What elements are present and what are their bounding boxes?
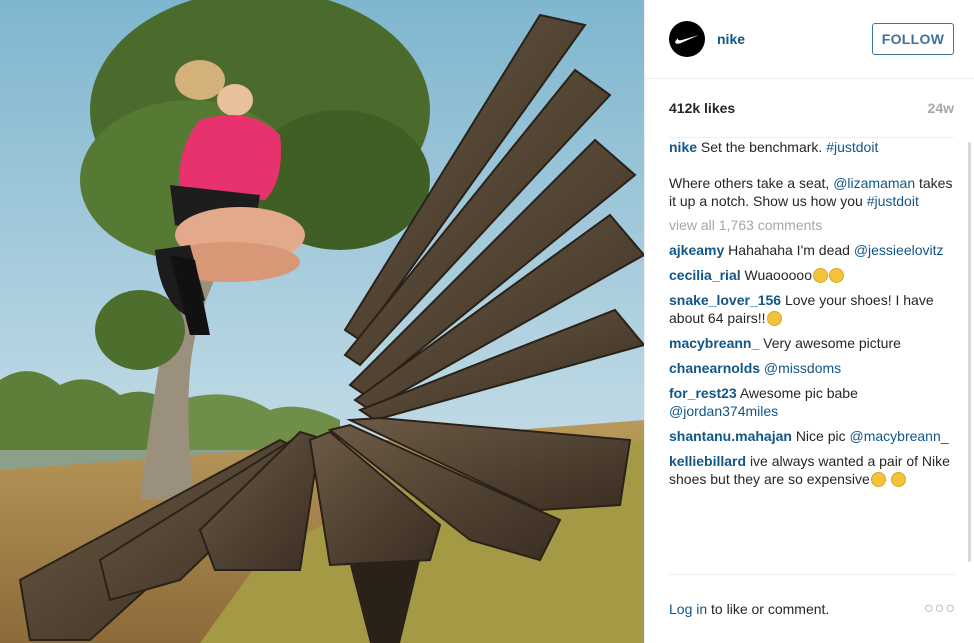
neutral-emoji-icon bbox=[870, 472, 886, 487]
comment-item: snake_lover_156 Love your shoes! I have … bbox=[669, 291, 962, 327]
comment-mention[interactable]: @jessieelovitz bbox=[854, 242, 944, 258]
follow-button[interactable]: FOLLOW bbox=[872, 23, 954, 55]
comment-username[interactable]: chanearnolds bbox=[669, 360, 760, 376]
caption-hashtag[interactable]: #justdoit bbox=[826, 139, 878, 155]
avatar[interactable] bbox=[669, 21, 705, 57]
comment-username[interactable]: ajkeamy bbox=[669, 242, 724, 258]
caption-mention[interactable]: @lizamaman bbox=[833, 175, 915, 191]
comment-text: Wuaooooo bbox=[744, 267, 812, 283]
comment-username[interactable]: kelliebillard bbox=[669, 453, 746, 469]
caption-p2-text: Where others take a seat, bbox=[669, 175, 830, 191]
comment-item: kelliebillard ive always wanted a pair o… bbox=[669, 452, 962, 488]
photo-image bbox=[0, 0, 644, 643]
comment-item: ajkeamy Hahahaha I'm dead @jessieelovitz bbox=[669, 241, 962, 259]
comment-text: Very awesome picture bbox=[763, 335, 901, 351]
post-sidebar: nike FOLLOW 412k likes 24w nike Set the … bbox=[644, 0, 974, 643]
post-age[interactable]: 24w bbox=[928, 100, 954, 116]
login-prompt: Log in to like or comment. bbox=[669, 601, 829, 617]
caption-p2-hashtag[interactable]: #justdoit bbox=[867, 193, 919, 209]
login-link[interactable]: Log in bbox=[669, 601, 707, 617]
view-all-comments-link[interactable]: view all 1,763 comments bbox=[669, 216, 962, 234]
smile-emoji-icon bbox=[828, 268, 844, 283]
username-link[interactable]: nike bbox=[717, 31, 872, 47]
nike-swoosh-icon bbox=[675, 35, 699, 44]
post-photo[interactable] bbox=[0, 0, 644, 643]
post-header: nike FOLLOW bbox=[645, 0, 974, 79]
ellipsis-icon[interactable]: ○○○ bbox=[924, 600, 956, 618]
comment-username[interactable]: macybreann_ bbox=[669, 335, 759, 351]
comment-item: for_rest23 Awesome pic babe @jordan374mi… bbox=[669, 384, 962, 420]
comment-item: shantanu.mahajan Nice pic @macybreann_ bbox=[669, 427, 962, 445]
comment-item: chanearnolds @missdoms bbox=[669, 359, 962, 377]
likes-count[interactable]: 412k likes bbox=[669, 100, 735, 116]
comment-text: Hahahaha I'm dead bbox=[728, 242, 850, 258]
comment-item: macybreann_ Very awesome picture bbox=[669, 334, 962, 352]
login-prompt-text: to like or comment. bbox=[711, 601, 830, 617]
comment-username[interactable]: for_rest23 bbox=[669, 385, 737, 401]
smile-emoji-icon bbox=[766, 311, 782, 326]
comments-list[interactable]: nike Set the benchmark. #justdoit Where … bbox=[669, 136, 962, 576]
comment-mention[interactable]: @jordan374miles bbox=[669, 403, 778, 419]
caption-username[interactable]: nike bbox=[669, 139, 697, 155]
caption: nike Set the benchmark. #justdoit bbox=[669, 138, 962, 156]
post-stats: 412k likes 24w bbox=[669, 79, 954, 138]
caption-paragraph: Where others take a seat, @lizamaman tak… bbox=[669, 174, 962, 210]
comments-scrollbar[interactable] bbox=[968, 142, 971, 562]
comment-username[interactable]: shantanu.mahajan bbox=[669, 428, 792, 444]
comment-text: Nice pic bbox=[795, 428, 846, 444]
post-footer: Log in to like or comment. ○○○ bbox=[669, 574, 956, 643]
surprised-emoji-icon bbox=[812, 268, 828, 283]
comment-mention[interactable]: @missdoms bbox=[764, 360, 841, 376]
comment-username[interactable]: cecilia_rial bbox=[669, 267, 741, 283]
caption-text: Set the benchmark. bbox=[700, 139, 823, 155]
comment-username[interactable]: snake_lover_156 bbox=[669, 292, 781, 308]
comment-item: cecilia_rial Wuaooooo bbox=[669, 266, 962, 284]
comment-text: Awesome pic babe bbox=[739, 385, 858, 401]
neutral-emoji-icon bbox=[890, 472, 906, 487]
comment-mention[interactable]: @macybreann_ bbox=[850, 428, 949, 444]
